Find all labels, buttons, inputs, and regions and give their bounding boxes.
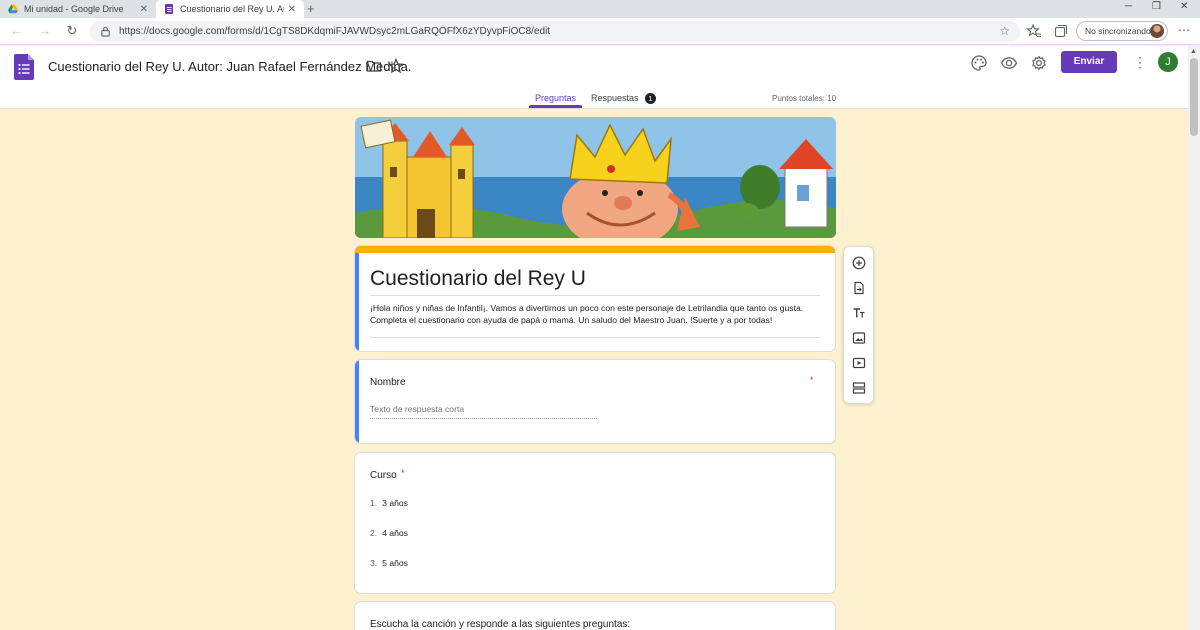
minimize-icon[interactable]: ─ (1125, 1, 1132, 12)
option-text: 4 años (382, 528, 408, 538)
add-question-icon[interactable] (852, 256, 866, 270)
star-icon[interactable] (388, 58, 404, 74)
profile-avatar (1150, 24, 1164, 38)
forms-header: Cuestionario del Rey U. Autor: Juan Rafa… (0, 46, 1188, 109)
send-button[interactable]: Enviar (1061, 51, 1117, 73)
browser-tabstrip: Mi unidad - Google Drive ✕ Cuestionario … (0, 0, 1200, 18)
folder-icon[interactable] (366, 58, 382, 74)
tab-title: Mi unidad - Google Drive (24, 4, 124, 14)
bookmark-star-icon[interactable]: ☆ (999, 24, 1010, 38)
option-number: 3. (370, 558, 378, 568)
preview-eye-icon[interactable] (1000, 54, 1018, 72)
close-window-icon[interactable]: ✕ (1180, 1, 1188, 12)
close-tab-icon[interactable]: ✕ (288, 4, 296, 15)
profile-sync-button[interactable]: No sincronizando (1076, 21, 1168, 41)
favorites-icon[interactable] (1026, 23, 1042, 39)
responses-count-badge: 1 (645, 93, 656, 104)
list-item[interactable]: 3. 5 años (370, 558, 408, 568)
more-options-icon[interactable]: ⋮ (1133, 54, 1147, 71)
google-forms-icon (165, 4, 173, 14)
back-arrow-icon[interactable]: ← (8, 22, 26, 40)
question-label[interactable]: Nombre (370, 377, 406, 388)
tab-title: Cuestionario del Rey U. Autor: Ju (180, 4, 284, 14)
settings-gear-icon[interactable] (1030, 54, 1048, 72)
collections-icon[interactable] (1053, 23, 1069, 39)
close-tab-icon[interactable]: ✕ (140, 4, 148, 15)
short-answer-placeholder: Texto de respuesta corta (370, 404, 465, 414)
question-card-nombre[interactable]: Nombre * Texto de respuesta corta (354, 359, 836, 444)
question-label[interactable]: Escucha la canción y responde a las sigu… (370, 619, 630, 630)
form-description[interactable]: ¡Hola niños y niñas de Infantil¡. Vamos … (370, 302, 825, 326)
add-video-icon[interactable] (852, 356, 866, 370)
import-questions-icon[interactable] (852, 281, 866, 295)
tab-questions[interactable]: Preguntas (535, 93, 576, 103)
form-title[interactable]: Cuestionario del Rey U (370, 267, 586, 291)
question-label[interactable]: Curso (370, 470, 397, 481)
url-text: https://docs.google.com/forms/d/1CgTS8DK… (119, 26, 551, 37)
restore-icon[interactable]: ❐ (1152, 1, 1161, 12)
total-points: Puntos totales: 10 (772, 94, 837, 103)
required-asterisk: * (401, 468, 405, 478)
title-underline (370, 295, 820, 296)
scrollbar-thumb[interactable] (1190, 58, 1198, 136)
question-card-curso[interactable]: Curso * 1. 3 años 2. 4 años 3. 5 años (354, 452, 836, 594)
new-tab-icon[interactable]: + (307, 1, 315, 16)
address-bar[interactable]: https://docs.google.com/forms/d/1CgTS8DK… (90, 21, 1020, 42)
tab-responses[interactable]: Respuestas (591, 93, 639, 103)
add-title-text-icon[interactable] (852, 306, 866, 320)
page-scrollbar[interactable]: ▲ (1188, 46, 1200, 630)
header-banner-image (355, 117, 836, 238)
palette-icon[interactable] (970, 54, 988, 72)
tab-forms[interactable]: Cuestionario del Rey U. Autor: Ju ✕ (156, 0, 304, 18)
active-tab-indicator (529, 105, 582, 108)
option-number: 1. (370, 498, 378, 508)
short-answer-underline (370, 418, 597, 419)
option-text: 3 años (382, 498, 408, 508)
description-underline (370, 337, 820, 338)
tab-google-drive[interactable]: Mi unidad - Google Drive ✕ (0, 0, 156, 18)
browser-menu-icon[interactable]: ⋯ (1178, 23, 1190, 37)
add-image-icon[interactable] (852, 331, 866, 345)
scroll-up-arrow-icon[interactable]: ▲ (1190, 48, 1197, 55)
document-title[interactable]: Cuestionario del Rey U. Autor: Juan Rafa… (48, 59, 411, 74)
user-avatar[interactable]: J (1158, 52, 1178, 72)
title-card-accent-bar (355, 246, 835, 253)
list-item[interactable]: 1. 3 años (370, 498, 408, 508)
browser-toolbar: ← → ↻ https://docs.google.com/forms/d/1C… (0, 18, 1200, 45)
option-number: 2. (370, 528, 378, 538)
add-section-icon[interactable] (852, 381, 866, 395)
lock-icon (101, 26, 110, 37)
google-drive-icon (8, 4, 18, 14)
reload-icon[interactable]: ↻ (63, 22, 81, 40)
sync-label: No sincronizando (1085, 26, 1151, 36)
forward-arrow-icon[interactable]: → (36, 22, 54, 40)
form-title-card[interactable]: Cuestionario del Rey U ¡Hola niños y niñ… (354, 245, 836, 352)
required-asterisk: * (810, 375, 814, 385)
google-forms-logo-icon[interactable] (14, 54, 34, 80)
floating-toolbar (843, 246, 874, 404)
option-text: 5 años (382, 558, 408, 568)
question-card-cancion[interactable]: Escucha la canción y responde a las sigu… (354, 601, 836, 630)
list-item[interactable]: 2. 4 años (370, 528, 408, 538)
